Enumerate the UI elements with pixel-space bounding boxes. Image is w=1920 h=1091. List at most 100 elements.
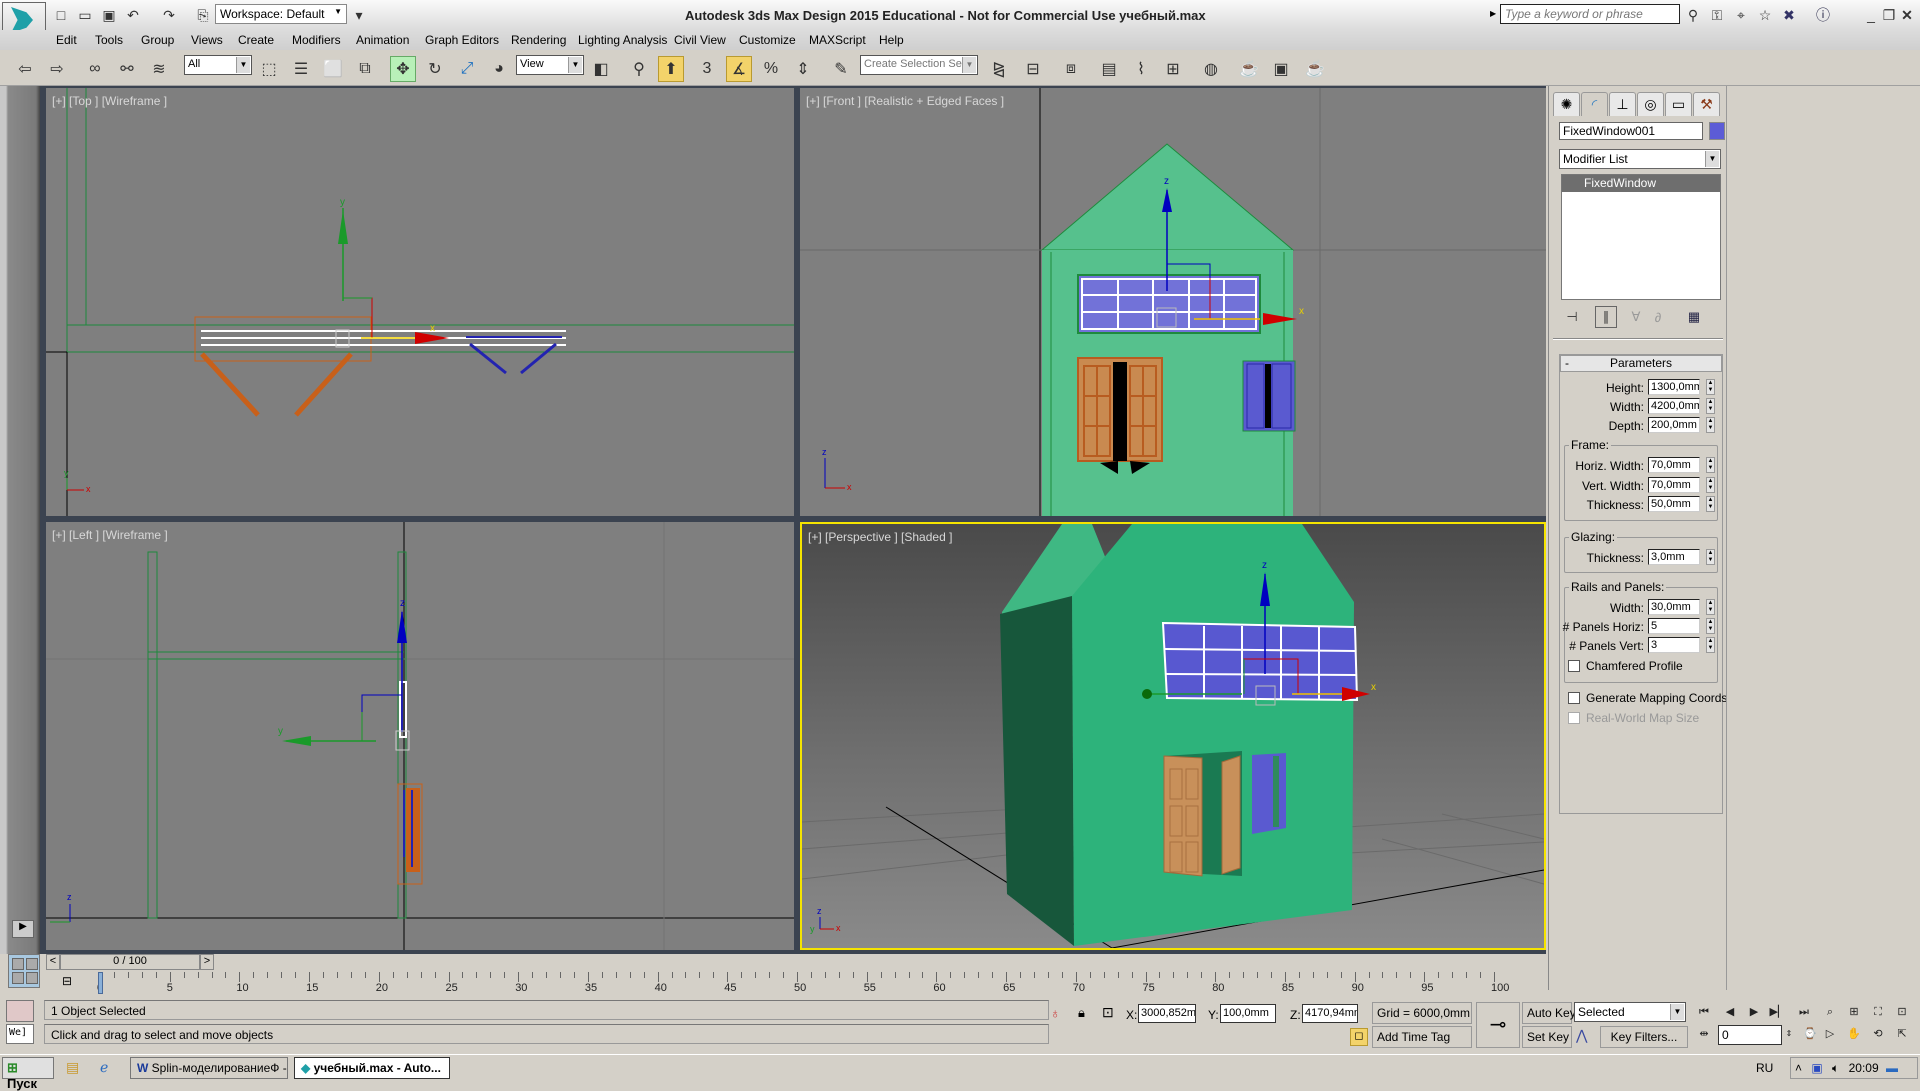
- select-move-icon[interactable]: ✥: [390, 56, 416, 82]
- percent-snap-icon[interactable]: %: [758, 56, 784, 82]
- set-key-button[interactable]: Set Key: [1522, 1026, 1572, 1048]
- show-end-result-icon[interactable]: ∥: [1595, 306, 1617, 328]
- undo-icon[interactable]: ⇦: [12, 56, 38, 82]
- configure-modifier-sets-icon[interactable]: ▦: [1683, 306, 1705, 328]
- panels-horiz-spinner[interactable]: ▲ ▼: [1706, 618, 1715, 634]
- z-coord-input[interactable]: 4170,94mm: [1302, 1004, 1358, 1023]
- rendered-frame-icon[interactable]: ▣: [1268, 56, 1294, 82]
- panels-vert-spinner[interactable]: ▲ ▼: [1706, 637, 1715, 653]
- search-expand-icon[interactable]: ▶: [1490, 9, 1496, 18]
- select-manipulate-icon[interactable]: ◕: [486, 56, 512, 82]
- motion-tab-icon[interactable]: ◎: [1637, 92, 1664, 116]
- menu-edit[interactable]: Edit: [56, 33, 77, 47]
- curve-editor-mini-icon[interactable]: ⊟: [56, 974, 78, 992]
- undo-icon[interactable]: ↶: [124, 6, 142, 24]
- utilities-tab-icon[interactable]: ⚒: [1693, 92, 1720, 116]
- render-setup-icon[interactable]: ☕: [1236, 56, 1262, 82]
- time-prev-button[interactable]: <: [46, 954, 60, 970]
- menu-create[interactable]: Create: [238, 33, 274, 47]
- unlink-icon[interactable]: ⚯: [114, 56, 140, 82]
- viewport-top-label[interactable]: [+] [Top ] [Wireframe ]: [52, 94, 167, 108]
- menu-views[interactable]: Views: [191, 33, 223, 47]
- spinner-snap-icon[interactable]: ⇕: [790, 56, 816, 82]
- material-editor-icon[interactable]: ◍: [1198, 56, 1224, 82]
- show-desktop-icon[interactable]: ▬: [1886, 1061, 1898, 1075]
- panels-horiz-input[interactable]: 5: [1648, 618, 1700, 634]
- modifier-list-select[interactable]: Modifier List ▼: [1559, 149, 1721, 169]
- panels-vert-input[interactable]: 3: [1648, 637, 1700, 653]
- menu-modifiers[interactable]: Modifiers: [292, 33, 341, 47]
- viewport-left[interactable]: z y z [+] [Left ] [Wireframe ]: [46, 522, 794, 950]
- frame-spinner[interactable]: ⇕: [1784, 1024, 1794, 1044]
- frame-thickness-input[interactable]: 50,0mm: [1648, 496, 1700, 512]
- binoculars-icon[interactable]: ⚲: [1684, 6, 1702, 24]
- glazing-thickness-spinner[interactable]: ▲ ▼: [1706, 549, 1715, 565]
- show-hidden-icons-icon[interactable]: ˄: [1795, 1061, 1802, 1075]
- field-of-view-icon[interactable]: ▷: [1820, 1024, 1840, 1044]
- taskbar-item-3dsmax[interactable]: ◆ учебный.max - Auto...: [294, 1057, 450, 1079]
- menu-help[interactable]: Help: [879, 33, 904, 47]
- favorites-star-icon[interactable]: ☆: [1756, 6, 1774, 24]
- key-mode-toggle-icon[interactable]: ⇹: [1694, 1024, 1714, 1044]
- reference-coord-select[interactable]: View ▼: [516, 55, 584, 75]
- make-unique-icon[interactable]: ∀: [1625, 306, 1647, 328]
- viewport-layout-icon[interactable]: [8, 954, 40, 988]
- menu-graph-editors[interactable]: Graph Editors: [425, 33, 499, 47]
- object-name-input[interactable]: FixedWindow001: [1559, 122, 1703, 140]
- y-coord-input[interactable]: 100,0mm: [1220, 1004, 1276, 1023]
- depth-spinner[interactable]: ▲ ▼: [1706, 417, 1715, 433]
- default-tangents-icon[interactable]: ⋀: [1576, 1027, 1587, 1044]
- generate-mapping-checkbox[interactable]: Generate Mapping Coords.: [1568, 691, 1731, 705]
- pin-stack-icon[interactable]: ⊣: [1561, 306, 1583, 328]
- explorer-quicklaunch-icon[interactable]: ▤: [66, 1059, 79, 1076]
- redo-icon[interactable]: ⇨: [44, 56, 70, 82]
- schematic-view-icon[interactable]: ⊞: [1160, 56, 1186, 82]
- play-icon[interactable]: ▶: [1744, 1002, 1764, 1022]
- zoom-extents-icon[interactable]: ⛶: [1868, 1002, 1888, 1022]
- select-scale-icon[interactable]: ⤢: [454, 56, 480, 82]
- align-icon[interactable]: ⊟: [1020, 56, 1046, 82]
- key-mode-select[interactable]: Selected ▼: [1574, 1002, 1686, 1022]
- menu-tools[interactable]: Tools: [95, 33, 123, 47]
- x-coord-input[interactable]: 3000,852mm: [1138, 1004, 1196, 1023]
- select-object-icon[interactable]: ⬚: [256, 56, 282, 82]
- expand-scene-explorer-button[interactable]: ▶: [12, 920, 34, 938]
- menu-lighting-analysis[interactable]: Lighting Analysis: [578, 33, 667, 47]
- time-slider[interactable]: 0 / 100: [60, 954, 200, 970]
- menu-group[interactable]: Group: [141, 33, 174, 47]
- isolate-selection-icon[interactable]: ♁: [1050, 1005, 1061, 1021]
- remove-modifier-icon[interactable]: ∂: [1647, 306, 1669, 328]
- viewport-front-label[interactable]: [+] [Front ] [Realistic + Edged Faces ]: [806, 94, 1004, 108]
- absolute-mode-icon[interactable]: ⊡: [1102, 1004, 1114, 1021]
- checkbox-box[interactable]: [1568, 692, 1580, 704]
- go-to-end-icon[interactable]: ⏭: [1794, 1002, 1814, 1022]
- chamfered-profile-checkbox[interactable]: Chamfered Profile: [1568, 659, 1683, 673]
- glazing-thickness-input[interactable]: 3,0mm: [1648, 549, 1700, 565]
- snaps-toggle-icon[interactable]: 3: [694, 56, 720, 82]
- menu-civil-view[interactable]: Civil View: [674, 33, 726, 47]
- menu-maxscript[interactable]: MAXScript: [809, 33, 866, 47]
- project-folder-icon[interactable]: ⎘: [194, 6, 212, 24]
- add-time-tag-button[interactable]: Add Time Tag: [1372, 1026, 1472, 1048]
- redo-icon[interactable]: ↷: [160, 6, 178, 24]
- mirror-icon[interactable]: ⧎: [986, 56, 1012, 82]
- link-icon[interactable]: ∞: [82, 56, 108, 82]
- render-icon[interactable]: ☕: [1302, 56, 1328, 82]
- select-rotate-icon[interactable]: ↻: [422, 56, 448, 82]
- start-button[interactable]: ⊞ Пуск: [2, 1057, 54, 1091]
- minimize-icon[interactable]: _: [1862, 6, 1880, 24]
- rect-region-icon[interactable]: ⬜: [320, 56, 346, 82]
- menu-rendering[interactable]: Rendering: [511, 33, 566, 47]
- edit-named-selection-icon[interactable]: ✎: [828, 56, 854, 82]
- stack-item-fixedwindow[interactable]: FixedWindow: [1562, 175, 1720, 192]
- width-input[interactable]: 4200,0mm: [1648, 398, 1700, 414]
- use-pivot-icon[interactable]: ◧: [588, 56, 614, 82]
- set-key-mode-icon[interactable]: ⊸: [1476, 1002, 1520, 1048]
- zoom-icon[interactable]: ⌕: [1820, 1002, 1840, 1022]
- selection-lock-icon[interactable]: 🔒︎: [1078, 1005, 1085, 1021]
- language-indicator[interactable]: RU: [1756, 1061, 1773, 1075]
- maxscript-input[interactable]: We]: [6, 1024, 34, 1044]
- frame-thickness-spinner[interactable]: ▲ ▼: [1706, 496, 1715, 512]
- adaptive-degradation-icon[interactable]: ◻: [1350, 1028, 1368, 1046]
- ie-quicklaunch-icon[interactable]: ℯ: [100, 1059, 108, 1076]
